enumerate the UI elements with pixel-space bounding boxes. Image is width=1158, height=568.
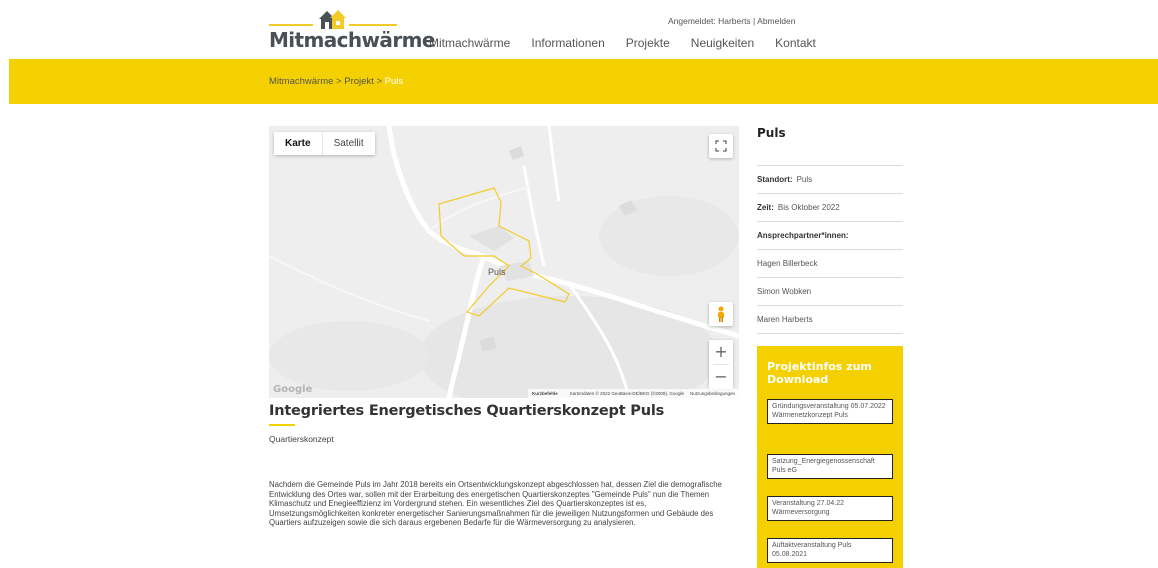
house-icon <box>319 10 346 29</box>
login-user: Angemeldet: Harberts <box>668 16 751 26</box>
map-type-switch: Karte Satellit <box>274 132 375 155</box>
logo-line-right <box>349 24 397 26</box>
map-type-map-button[interactable]: Karte <box>274 132 322 155</box>
breadcrumb: Mitmachwärme > Projekt > Puls <box>269 76 403 87</box>
download-item[interactable]: Gründungsveranstaltung 05.07.2022 Wärmen… <box>767 399 893 424</box>
project-info-list: Standort: Puls Zeit: Bis Oktober 2022 Ansp… <box>757 165 903 334</box>
zoom-control: + − <box>709 340 733 389</box>
terms-link[interactable]: Nutzungsbedingungen <box>690 391 735 396</box>
breadcrumb-current: Puls <box>384 76 404 87</box>
info-time-label: Zeit: <box>757 203 774 212</box>
breadcrumb-home[interactable]: Mitmachwärme <box>269 76 333 87</box>
info-location-value: Puls <box>796 175 813 184</box>
site-logo[interactable]: Mitmachwärme <box>269 8 435 54</box>
login-status: Angemeldet: Harberts | Abmelden <box>668 16 795 26</box>
project-category: Quartierskonzept <box>269 434 334 444</box>
nav-item-projekte[interactable]: Projekte <box>626 36 670 50</box>
project-map[interactable]: Karte Satellit Puls + − Google Kurzbefeh… <box>269 126 739 398</box>
info-location: Standort: Puls <box>757 166 903 194</box>
breadcrumb-separator: > <box>373 76 385 87</box>
fullscreen-icon <box>715 140 727 152</box>
info-contacts-heading: Ansprechpartner*innen: <box>757 222 903 250</box>
logo-line-left <box>269 24 313 26</box>
logo-text: Mitmachwärme <box>269 28 435 52</box>
pegman-icon <box>718 306 724 322</box>
shortcuts-link[interactable]: Kurzbefehle <box>532 391 558 396</box>
download-item[interactable]: Auftaktveranstaltung Puls 05.08.2021 <box>767 538 893 563</box>
map-place-label: Puls <box>488 267 506 277</box>
map-tiles <box>269 126 739 398</box>
breadcrumb-band <box>9 59 1158 104</box>
nav-item-mitmachwaerme[interactable]: Mitmachwärme <box>429 36 510 50</box>
info-time-value: Bis Oktober 2022 <box>777 203 840 212</box>
page-title: Integriertes Energetisches Quartierskonz… <box>269 403 665 419</box>
contact-item: Hagen Billerbeck <box>757 250 903 278</box>
logout-link[interactable]: Abmelden <box>757 16 795 26</box>
map-attribution: Kurzbefehle Kartendaten © 2022 GeoBasis-D… <box>527 389 739 398</box>
main-nav: Mitmachwärme Informationen Projekte Neui… <box>429 36 816 50</box>
google-logo: Google <box>273 384 313 395</box>
download-item[interactable]: Veranstaltung 27.04.22 Wärmeversorgung <box>767 496 893 521</box>
zoom-in-button[interactable]: + <box>709 340 733 364</box>
breadcrumb-project[interactable]: Projekt <box>344 76 374 87</box>
breadcrumb-separator: > <box>333 76 345 87</box>
download-box-title: Projektinfos zum Download <box>767 360 872 386</box>
map-data-text: Kartendaten © 2022 GeoBasis-DE/BKG (©200… <box>569 391 684 396</box>
nav-item-informationen[interactable]: Informationen <box>531 36 604 50</box>
download-item[interactable]: Satzung_Energiegenossenschaft Puls eG <box>767 454 893 479</box>
info-contacts-label: Ansprechpartner*innen: <box>757 231 849 240</box>
fullscreen-button[interactable] <box>709 134 733 158</box>
download-box: Projektinfos zum Download Gründungsveran… <box>757 346 903 568</box>
sidebar-title: Puls <box>757 126 786 140</box>
info-location-label: Standort: <box>757 175 793 184</box>
project-description: Nachdem die Gemeinde Puls im Jahr 2018 b… <box>269 480 722 527</box>
street-view-button[interactable] <box>709 302 733 326</box>
contact-item: Maren Harberts <box>757 306 903 334</box>
info-time: Zeit: Bis Oktober 2022 <box>757 194 903 222</box>
nav-item-kontakt[interactable]: Kontakt <box>775 36 816 50</box>
map-type-satellite-button[interactable]: Satellit <box>321 132 375 155</box>
contact-item: Simon Wobken <box>757 278 903 306</box>
nav-item-neuigkeiten[interactable]: Neuigkeiten <box>691 36 754 50</box>
zoom-out-button[interactable]: − <box>709 365 733 389</box>
title-underline <box>269 424 295 426</box>
